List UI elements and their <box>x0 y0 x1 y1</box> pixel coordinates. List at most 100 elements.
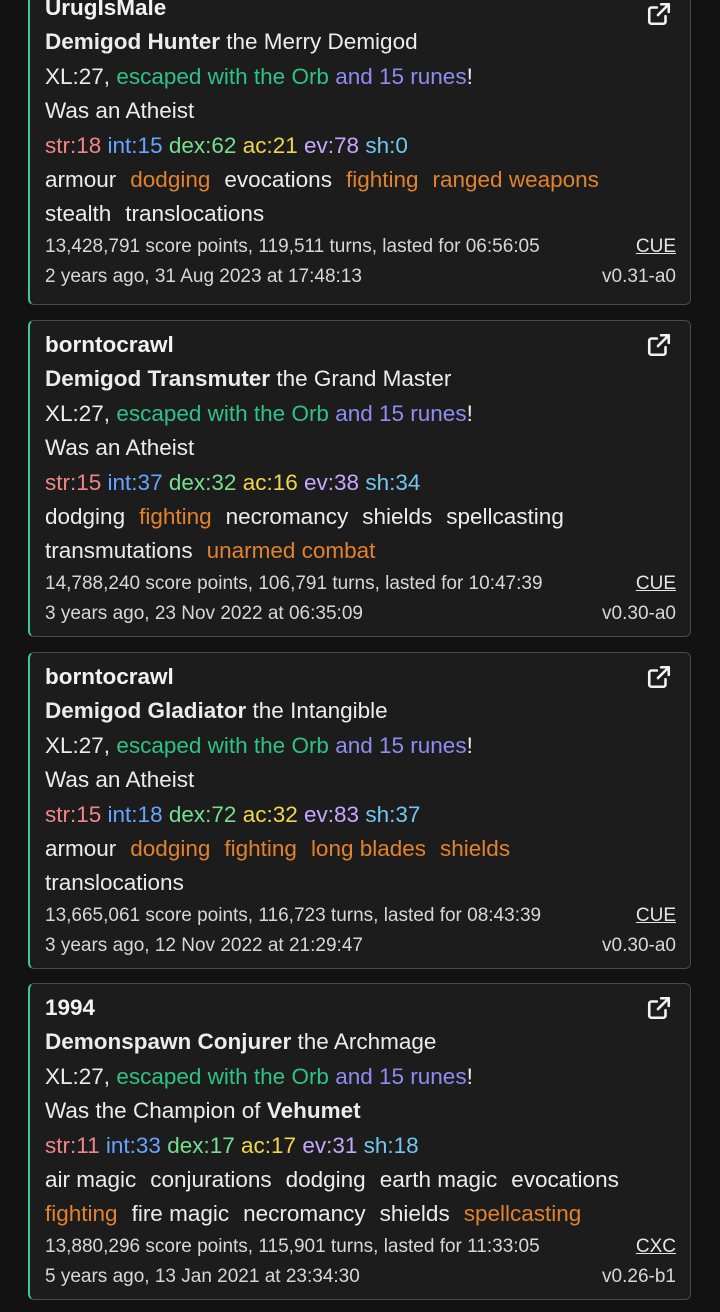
skill-tag: ranged weapons <box>432 166 599 192</box>
god-line: Was an Atheist <box>45 431 676 465</box>
score-line: 13,428,791 score points, 119,511 turns, … <box>45 232 676 263</box>
runes-label: and 15 runes <box>335 63 467 89</box>
stat-dex: dex:72 <box>168 801 237 827</box>
skill-tag: evocations <box>224 166 332 192</box>
date-line: 3 years ago, 12 Nov 2022 at 21:29:47 v0.… <box>45 931 676 962</box>
game-date: 3 years ago, 12 Nov 2022 at 21:29:47 <box>45 935 363 957</box>
skill-tag: air magic <box>45 1166 137 1192</box>
skills-line-1: armour dodging evocations fighting ranged we… <box>45 163 676 197</box>
skill-tag: dodging <box>285 1166 366 1192</box>
stat-ac: ac:21 <box>242 132 298 158</box>
god-prefix: Was an Atheist <box>45 435 195 461</box>
skill-tag: stealth <box>45 201 112 227</box>
score-line: 13,880,296 score points, 115,901 turns, … <box>45 1232 676 1263</box>
skill-tag: evocations <box>511 1166 619 1192</box>
god-prefix: Was an Atheist <box>45 98 195 124</box>
skills-line-1: dodging fighting necromancy shields spellcas… <box>45 500 676 534</box>
stat-sh: sh:34 <box>365 469 421 495</box>
skill-tag: translocations <box>125 201 265 227</box>
stat-str: str:15 <box>45 469 102 495</box>
stat-str: str:11 <box>45 1132 100 1158</box>
skill-tag: fire magic <box>131 1201 230 1227</box>
skills-line-1: air magic conjurations dodging earth magic e… <box>45 1163 676 1197</box>
skill-tag: fighting <box>224 835 297 861</box>
stat-ev: ev:78 <box>304 132 360 158</box>
species-class: Demigod Transmuter <box>45 366 271 392</box>
server-link[interactable]: CUE <box>636 901 676 932</box>
skill-tag: dodging <box>45 503 126 529</box>
external-link-icon[interactable] <box>646 995 672 1021</box>
player-name[interactable]: UrugIsMale <box>45 0 166 20</box>
skills-line-2: translocations <box>45 866 676 900</box>
escaped-label: escaped with the Orb <box>116 400 329 426</box>
exclamation: ! <box>466 732 473 758</box>
species-class: Demigod Hunter <box>45 29 221 55</box>
skill-tag: shields <box>379 1201 450 1227</box>
stat-int: int:18 <box>107 801 163 827</box>
god-line: Was the Champion of Vehumet <box>45 1094 676 1128</box>
exclamation: ! <box>466 400 473 426</box>
player-title: the Merry Demigod <box>226 29 418 55</box>
date-line: 5 years ago, 13 Jan 2021 at 23:34:30 v0.… <box>45 1262 676 1293</box>
outcome-line: XL:27, escaped with the Orb and 15 runes… <box>45 60 676 94</box>
skill-tag: armour <box>45 835 117 861</box>
external-link-icon[interactable] <box>646 1 672 27</box>
external-link-icon[interactable] <box>646 664 672 690</box>
score-summary: 14,788,240 score points, 106,791 turns, … <box>45 572 543 594</box>
player-name[interactable]: 1994 <box>45 995 95 1020</box>
god-name: Vehumet <box>266 1098 361 1124</box>
external-link-icon[interactable] <box>646 332 672 358</box>
xl-label: XL:27, <box>45 732 111 758</box>
stat-dex: dex:17 <box>167 1132 235 1158</box>
stats-line: str:11 int:33 dex:17 ac:17 ev:31 sh:18 <box>45 1129 676 1163</box>
player-name[interactable]: borntocrawl <box>45 332 174 357</box>
god-line: Was an Atheist <box>45 763 676 797</box>
skill-tag: conjurations <box>150 1166 272 1192</box>
player-title: the Intangible <box>252 698 388 724</box>
server-link[interactable]: CXC <box>636 1232 676 1263</box>
outcome-line: XL:27, escaped with the Orb and 15 runes… <box>45 729 676 763</box>
game-card: 1994 Demonspawn Conjurer the Archmage XL… <box>28 983 691 1300</box>
skill-tag: shields <box>362 503 433 529</box>
skill-tag: necromancy <box>225 503 349 529</box>
god-line: Was an Atheist <box>45 94 676 128</box>
stat-ev: ev:38 <box>304 469 360 495</box>
server-link[interactable]: CUE <box>636 232 676 263</box>
game-card: UrugIsMale Demigod Hunter the Merry Demi… <box>28 0 691 305</box>
game-version: v0.31-a0 <box>602 266 676 288</box>
runes-label: and 15 runes <box>335 732 467 758</box>
escaped-label: escaped with the Orb <box>116 1063 329 1089</box>
score-summary: 13,880,296 score points, 115,901 turns, … <box>45 1235 540 1257</box>
skills-line-2: stealth translocations <box>45 197 676 231</box>
skill-tag: spellcasting <box>463 1201 582 1227</box>
date-line: 2 years ago, 31 Aug 2023 at 17:48:13 v0.… <box>45 262 676 293</box>
xl-label: XL:27, <box>45 1063 111 1089</box>
god-prefix: Was an Atheist <box>45 767 195 793</box>
skill-tag: fighting <box>139 503 212 529</box>
server-link[interactable]: CUE <box>636 569 676 600</box>
stat-int: int:33 <box>105 1132 161 1158</box>
date-line: 3 years ago, 23 Nov 2022 at 06:35:09 v0.… <box>45 599 676 630</box>
skill-tag: unarmed combat <box>206 538 376 564</box>
stat-str: str:18 <box>45 132 102 158</box>
stat-int: int:15 <box>107 132 163 158</box>
outcome-line: XL:27, escaped with the Orb and 15 runes… <box>45 397 676 431</box>
stat-sh: sh:37 <box>365 801 421 827</box>
stat-sh: sh:0 <box>365 132 408 158</box>
species-class: Demonspawn Conjurer <box>45 1029 292 1055</box>
score-summary: 13,428,791 score points, 119,511 turns, … <box>45 235 540 257</box>
game-date: 3 years ago, 23 Nov 2022 at 06:35:09 <box>45 603 363 625</box>
god-prefix: Was the Champion of <box>45 1098 261 1124</box>
player-name[interactable]: borntocrawl <box>45 664 174 689</box>
skill-tag: dodging <box>130 166 211 192</box>
stat-sh: sh:18 <box>363 1132 419 1158</box>
runes-label: and 15 runes <box>335 400 467 426</box>
exclamation: ! <box>466 1063 473 1089</box>
game-version: v0.30-a0 <box>602 935 676 957</box>
skill-tag: transmutations <box>45 538 193 564</box>
skills-line-2: transmutations unarmed combat <box>45 534 676 568</box>
stat-ac: ac:32 <box>242 801 298 827</box>
skill-tag: long blades <box>310 835 427 861</box>
xl-label: XL:27, <box>45 400 111 426</box>
game-card: borntocrawl Demigod Gladiator the Intang… <box>28 652 691 969</box>
